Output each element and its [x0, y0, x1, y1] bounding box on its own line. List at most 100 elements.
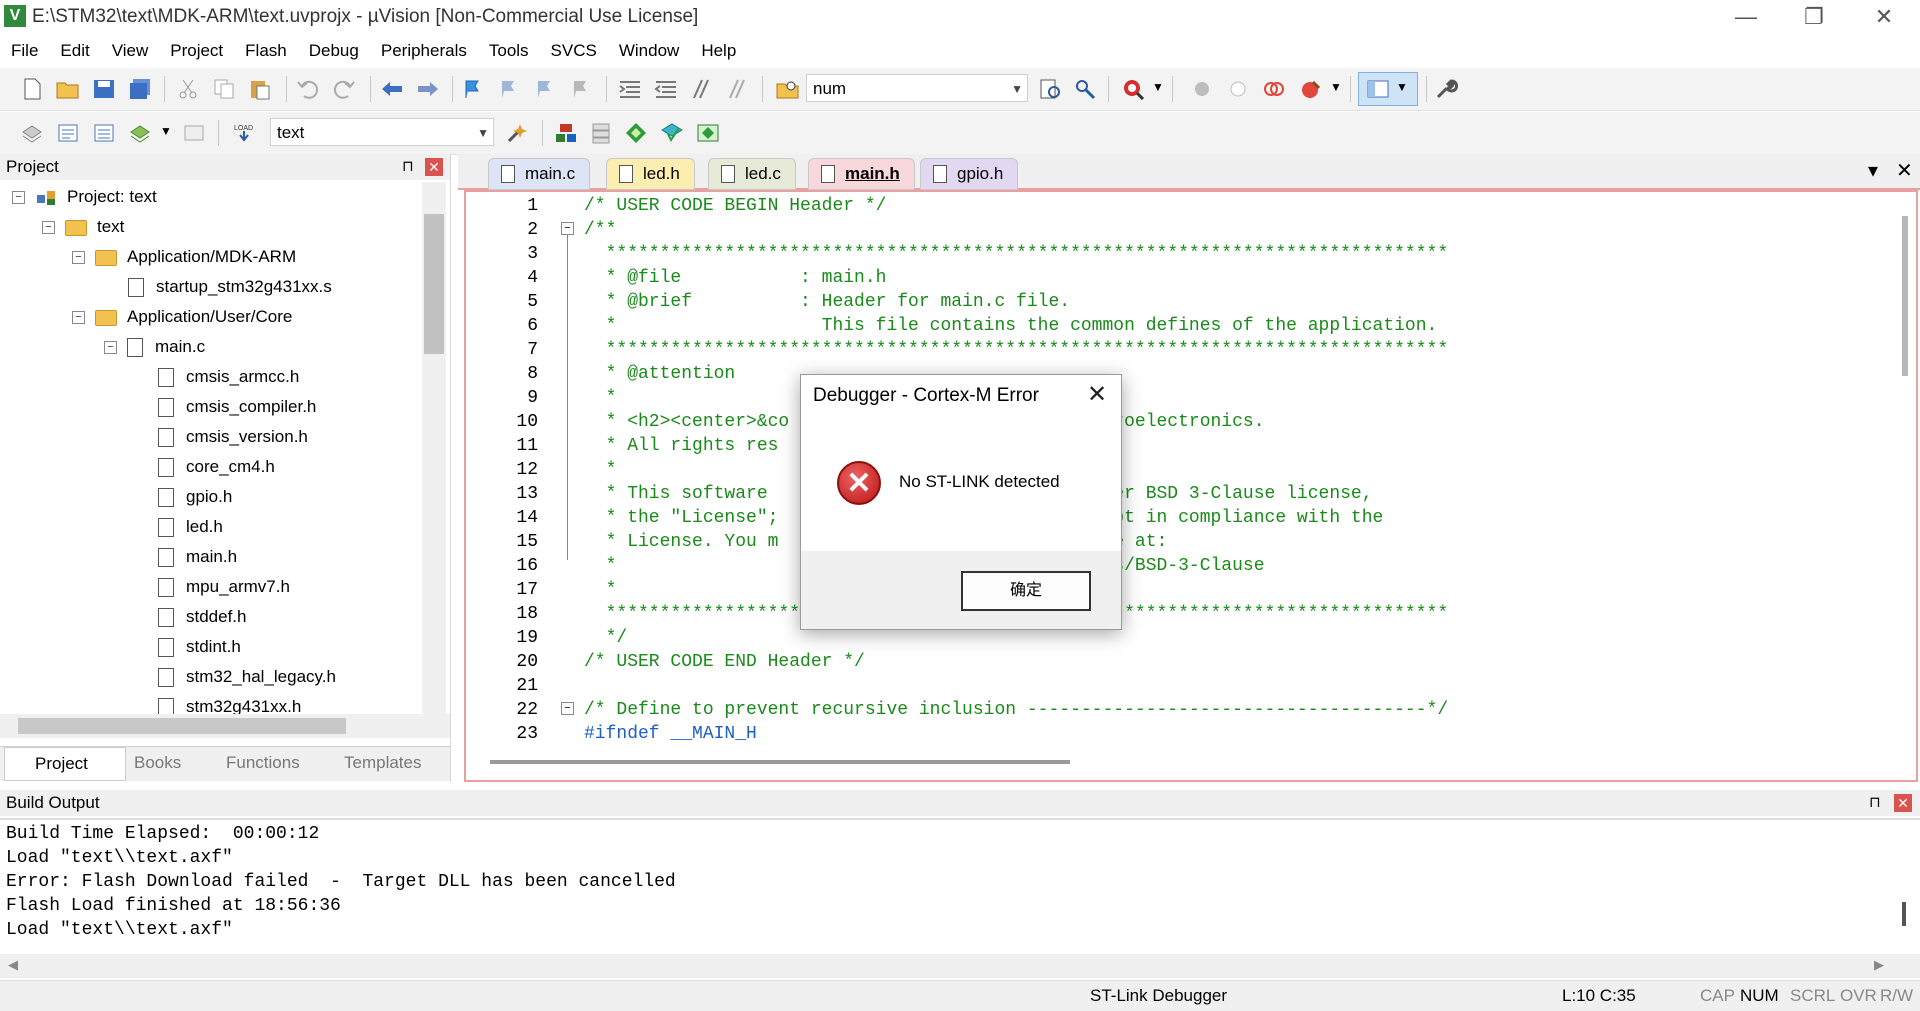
tree-item-group[interactable]: − Application/User/Core — [72, 302, 292, 332]
tree-item-file[interactable]: − main.c — [104, 332, 205, 362]
dialog-close-icon[interactable]: ✕ — [1083, 381, 1111, 409]
save-icon[interactable] — [92, 78, 116, 100]
new-file-icon[interactable] — [20, 78, 44, 100]
menu-project[interactable]: Project — [159, 36, 234, 66]
scroll-right-icon[interactable]: ▶ — [1874, 957, 1884, 973]
ok-button[interactable]: 确定 — [961, 571, 1091, 611]
stop-build-icon[interactable] — [182, 122, 206, 144]
unindent-icon[interactable] — [654, 78, 678, 100]
build-output-text[interactable]: Build Time Elapsed: 00:00:12 Load "text\… — [0, 818, 1920, 956]
collapse-icon[interactable]: − — [12, 191, 25, 205]
editor-vertical-scroll-thumb[interactable] — [1902, 216, 1908, 376]
uncomment-icon[interactable] — [726, 78, 750, 100]
menu-tools[interactable]: Tools — [478, 36, 540, 66]
tree-item-file[interactable]: stdint.h — [158, 632, 241, 662]
editor-tab-main-c[interactable]: main.c — [488, 158, 591, 190]
batch-dropdown-icon[interactable]: ▼ — [160, 124, 172, 138]
kill-breakpoints-icon[interactable] — [1298, 78, 1322, 100]
indent-icon[interactable] — [618, 78, 642, 100]
menu-edit[interactable]: Edit — [49, 36, 100, 66]
tab-books[interactable]: Books — [104, 747, 181, 779]
editor-tab-led-c[interactable]: led.c — [708, 158, 796, 190]
menu-view[interactable]: View — [101, 36, 160, 66]
tree-item-file[interactable]: led.h — [158, 512, 223, 542]
disable-breakpoints-icon[interactable] — [1262, 78, 1286, 100]
pin-icon[interactable]: ⊓ — [402, 157, 414, 175]
editor-tab-led-h[interactable]: led.h — [606, 158, 695, 190]
manage-project-items-icon[interactable] — [554, 122, 578, 144]
tree-item-file[interactable]: stm32_hal_legacy.h — [158, 662, 336, 692]
configure-wrench-icon[interactable] — [1434, 78, 1458, 100]
tab-list-dropdown-icon[interactable]: ▾ — [1868, 158, 1878, 183]
tree-vertical-scroll-thumb[interactable] — [424, 214, 444, 354]
close-panel-icon[interactable]: ✕ — [1894, 794, 1912, 812]
rebuild-icon[interactable] — [92, 122, 116, 144]
restore-button[interactable]: ❐ — [1780, 0, 1848, 34]
select-packs-icon[interactable] — [660, 122, 684, 144]
tree-item-file[interactable]: mpu_armv7.h — [158, 572, 290, 602]
insert-breakpoint-icon[interactable] — [1190, 78, 1214, 100]
tree-item-file[interactable]: startup_stm32g431xx.s — [128, 272, 332, 302]
close-panel-icon[interactable]: ✕ — [425, 158, 443, 176]
tree-item-file[interactable]: core_cm4.h — [158, 452, 275, 482]
scroll-left-icon[interactable]: ◀ — [8, 957, 18, 973]
next-bookmark-icon[interactable] — [534, 78, 558, 100]
find-in-files-icon[interactable] — [776, 78, 800, 100]
translate-icon[interactable] — [20, 122, 44, 144]
find-replace-icon[interactable] — [1074, 78, 1098, 100]
build-horizontal-scrollbar[interactable]: ◀ ▶ — [0, 954, 1920, 978]
menu-peripherals[interactable]: Peripherals — [370, 36, 478, 66]
open-folder-icon[interactable] — [56, 78, 80, 100]
editor-horizontal-scroll-thumb[interactable] — [490, 760, 1070, 764]
save-all-icon[interactable] — [128, 78, 152, 100]
tree-item-file[interactable]: cmsis_armcc.h — [158, 362, 299, 392]
collapse-icon[interactable]: − — [72, 251, 85, 265]
tree-item-file[interactable]: cmsis_compiler.h — [158, 392, 316, 422]
minimize-button[interactable]: — — [1712, 0, 1780, 34]
menu-window[interactable]: Window — [608, 36, 690, 66]
code-editor[interactable]: 1 2 3 4 5 6 7 8 9 10 11 12 13 14 15 16 17 18 19 20 21 22 23 − … — [464, 190, 1918, 782]
tree-item-file[interactable]: stddef.h — [158, 602, 247, 632]
menu-svcs[interactable]: SVCS — [540, 36, 608, 66]
build-icon[interactable] — [56, 122, 80, 144]
close-window-button[interactable]: ✕ — [1850, 0, 1918, 34]
debug-session-icon[interactable] — [1122, 78, 1146, 100]
tab-templates[interactable]: Templates — [314, 747, 421, 779]
editor-tab-gpio-h[interactable]: gpio.h — [920, 158, 1019, 190]
clear-bookmarks-icon[interactable] — [570, 78, 594, 100]
run-time-environment-icon[interactable] — [696, 122, 720, 144]
breakpoint-dropdown-icon[interactable]: ▼ — [1330, 80, 1342, 94]
menu-file[interactable]: File — [0, 36, 49, 66]
download-load-icon[interactable]: LOAD — [232, 122, 256, 144]
copy-icon[interactable] — [212, 78, 236, 100]
build-vertical-scroll-thumb[interactable] — [1902, 902, 1906, 926]
batch-build-icon[interactable] — [128, 122, 152, 144]
navigate-forward-icon[interactable] — [416, 78, 440, 100]
target-options-icon[interactable] — [506, 122, 530, 144]
prev-bookmark-icon[interactable] — [498, 78, 522, 100]
incremental-find-icon[interactable] — [1038, 78, 1062, 100]
tree-item-project-root[interactable]: − Project: text — [12, 182, 157, 212]
tree-horizontal-scroll-thumb[interactable] — [18, 718, 346, 734]
collapse-icon[interactable]: − — [104, 341, 117, 355]
tab-functions[interactable]: Functions — [196, 747, 300, 779]
editor-tab-main-h-active[interactable]: main.h — [808, 158, 915, 190]
tree-item-target[interactable]: − text — [42, 212, 124, 242]
file-extensions-icon[interactable] — [590, 122, 614, 144]
pin-icon[interactable]: ⊓ — [1869, 793, 1881, 811]
debug-dropdown-icon[interactable]: ▼ — [1152, 80, 1164, 94]
collapse-icon[interactable]: − — [42, 221, 55, 235]
tree-item-file[interactable]: gpio.h — [158, 482, 232, 512]
tree-item-group[interactable]: − Application/MDK-ARM — [72, 242, 296, 272]
tree-item-file[interactable]: main.h — [158, 542, 237, 572]
find-combo[interactable]: num ▼ — [806, 74, 1028, 102]
redo-icon[interactable] — [332, 78, 356, 100]
undo-icon[interactable] — [296, 78, 320, 100]
cut-icon[interactable] — [176, 78, 200, 100]
manage-packs-icon[interactable] — [624, 122, 648, 144]
comment-icon[interactable] — [690, 78, 714, 100]
tree-item-file[interactable]: cmsis_version.h — [158, 422, 308, 452]
insert-bookmark-icon[interactable] — [462, 78, 486, 100]
target-select[interactable]: text ▼ — [270, 118, 494, 146]
enable-breakpoint-icon[interactable] — [1226, 78, 1250, 100]
